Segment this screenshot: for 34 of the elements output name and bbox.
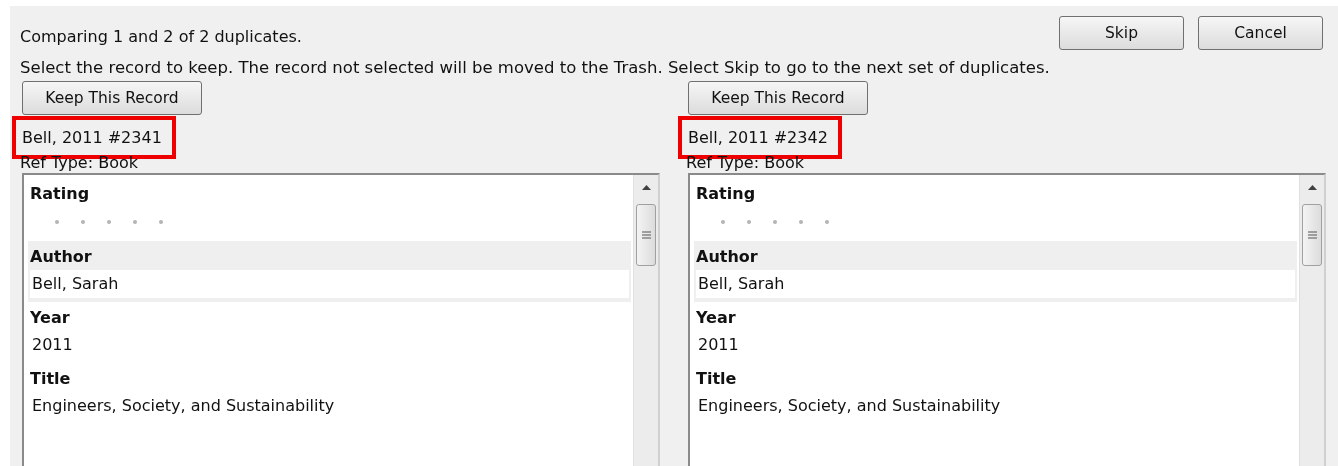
scroll-thumb[interactable] xyxy=(1302,204,1322,266)
scroll-up-icon[interactable] xyxy=(641,185,651,190)
field-value[interactable]: Engineers, Society, and Sustainability xyxy=(696,392,1295,420)
vertical-scrollbar[interactable] xyxy=(633,175,658,466)
instructions-text: Select the record to keep. The record not selected will be moved to the Trash. Select Skip to go to the next set of duplicates. xyxy=(20,58,1051,78)
field-row[interactable]: Year 2011 xyxy=(28,302,631,363)
field-name: Rating xyxy=(696,183,757,205)
scroll-thumb[interactable] xyxy=(636,204,656,266)
field-name: Author xyxy=(696,246,759,268)
cancel-button[interactable]: Cancel xyxy=(1198,16,1323,50)
field-row[interactable]: Rating xyxy=(694,178,1297,241)
field-row[interactable]: Title Engineers, Society, and Sustainability xyxy=(694,363,1297,424)
field-name: Title xyxy=(696,368,738,390)
field-value[interactable]: 2011 xyxy=(30,331,629,359)
vertical-scrollbar[interactable] xyxy=(1299,175,1324,466)
field-name: Year xyxy=(696,307,737,329)
field-row[interactable]: Year 2011 xyxy=(694,302,1297,363)
selected-field-background[interactable]: Author Bell, Sarah xyxy=(28,241,631,302)
field-name: Year xyxy=(30,307,71,329)
field-value[interactable]: 2011 xyxy=(696,331,1295,359)
field-value[interactable]: Engineers, Society, and Sustainability xyxy=(30,392,629,420)
selected-field-background[interactable]: Author Bell, Sarah xyxy=(694,241,1297,302)
field-name: Title xyxy=(30,368,72,390)
skip-button[interactable]: Skip xyxy=(1059,16,1184,50)
field-name: Author xyxy=(30,246,93,268)
field-row[interactable]: Title Engineers, Society, and Sustainability xyxy=(28,363,631,424)
field-value[interactable]: Bell, Sarah xyxy=(696,270,1295,298)
keep-record-button[interactable]: Keep This Record xyxy=(22,81,202,115)
field-value[interactable]: Bell, Sarah xyxy=(30,270,629,298)
field-row[interactable]: Rating xyxy=(28,178,631,241)
field-name: Rating xyxy=(30,183,91,205)
status-text: Comparing 1 and 2 of 2 duplicates. xyxy=(20,26,302,46)
scroll-up-icon[interactable] xyxy=(1307,185,1317,190)
keep-record-button[interactable]: Keep This Record xyxy=(688,81,868,115)
